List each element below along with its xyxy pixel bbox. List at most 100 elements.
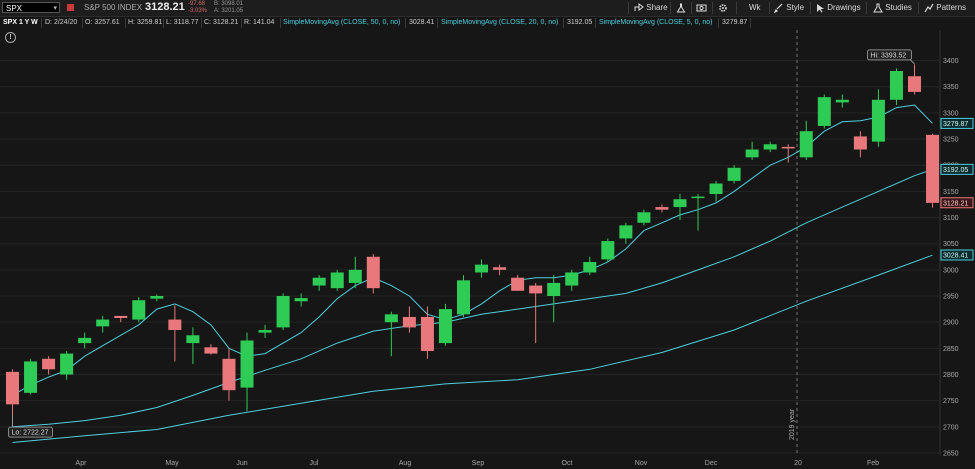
divider xyxy=(563,18,564,28)
candle-down xyxy=(493,267,507,270)
candle-up xyxy=(348,269,362,283)
divider xyxy=(163,18,164,28)
time-tick-label: Nov xyxy=(635,460,648,467)
drawings-button[interactable]: Drawings xyxy=(816,2,861,14)
price-tick-label: 2650 xyxy=(943,451,959,458)
camera-icon xyxy=(696,4,707,12)
candle-up xyxy=(312,277,326,286)
year-divider-label: 2019 year xyxy=(789,408,796,440)
candle-up xyxy=(601,241,615,260)
period-button[interactable]: Wk xyxy=(749,2,761,14)
divider xyxy=(769,2,770,14)
bar-high: H: 3259.81 xyxy=(128,19,163,26)
info-icon[interactable]: ! xyxy=(5,32,16,43)
time-tick-label: Jun xyxy=(236,460,247,467)
divider xyxy=(866,2,867,14)
style-button[interactable]: Style xyxy=(773,2,804,14)
time-tick-label: Feb xyxy=(867,460,879,467)
price-tick-label: 2900 xyxy=(943,320,959,327)
divider xyxy=(280,18,281,28)
brush-icon xyxy=(773,3,783,14)
sma5-label[interactable]: SimpleMovingAvg (CLOSE, 5, 0, no) xyxy=(599,17,712,29)
price-tick-label: 3150 xyxy=(943,189,959,196)
candle-down xyxy=(168,319,182,331)
hi-label: Hi: 3393.52 xyxy=(871,52,907,59)
divider xyxy=(437,18,438,28)
candle-down xyxy=(511,277,525,291)
price-tick-label: 3400 xyxy=(943,58,959,65)
candle-up xyxy=(583,262,597,273)
price-tick-label: 2850 xyxy=(943,346,959,353)
candle-down xyxy=(204,347,218,354)
time-tick-label: Dec xyxy=(705,460,718,467)
candle-up xyxy=(276,296,290,328)
price-tick-label: 2800 xyxy=(943,372,959,379)
sma50-price-tag: 3028.41 xyxy=(943,252,968,259)
bar-open: O: 3257.61 xyxy=(85,19,120,26)
candle-up xyxy=(24,361,38,393)
candle-up xyxy=(871,99,885,142)
settings-button[interactable] xyxy=(718,2,728,14)
sma5-price-tag: 3279.87 xyxy=(943,121,968,128)
flask-icon xyxy=(676,3,686,13)
divider xyxy=(595,18,596,28)
price-tick-label: 3350 xyxy=(943,84,959,91)
time-tick-label: May xyxy=(165,460,179,467)
price-tick-label: 2950 xyxy=(943,294,959,301)
divider xyxy=(810,2,811,14)
sma20-price-tag: 3192.05 xyxy=(943,167,968,174)
camera-button[interactable] xyxy=(696,2,707,14)
patterns-icon xyxy=(924,3,934,13)
time-tick-label: Sep xyxy=(472,460,485,467)
candle-down xyxy=(926,134,940,203)
candle-up xyxy=(889,71,903,100)
flask-button[interactable] xyxy=(676,2,686,14)
chevron-down-icon[interactable]: ▾ xyxy=(53,3,57,14)
net-change: -97.68 xyxy=(188,1,206,7)
candle-down xyxy=(655,207,669,210)
bid-value: B: 3098.01 xyxy=(214,1,244,7)
candle-down xyxy=(114,315,128,318)
time-axis[interactable]: Apr May Jun Jul Aug Sep Oct Nov Dec 20 Feb xyxy=(76,460,880,467)
candle-down xyxy=(908,76,921,92)
candle-down xyxy=(853,136,867,150)
sma20-value: 3192.05 xyxy=(567,19,593,26)
share-icon xyxy=(634,3,644,12)
divider xyxy=(628,2,629,14)
candle-down xyxy=(42,358,56,370)
candle-up xyxy=(78,337,92,344)
share-button[interactable]: Share xyxy=(634,2,668,14)
divider xyxy=(691,2,692,14)
time-tick-label: Aug xyxy=(399,460,412,467)
symbol-input[interactable]: SPX ▾ xyxy=(2,2,60,13)
studies-button[interactable]: Studies xyxy=(873,2,912,14)
chart-symbol[interactable]: SPX 1 Y W xyxy=(3,17,38,29)
price-chart[interactable]: 2019 year 2650 2700 2750 2800 2850 2900 2950 30… xyxy=(0,0,975,469)
bar-close: C: 3128.21 xyxy=(204,19,239,26)
divider xyxy=(670,2,671,14)
link-color-icon[interactable] xyxy=(67,4,74,11)
top-toolbar: SPX ▾ S&P 500 INDEX 3128.21 -97.68 -3.03% … xyxy=(0,0,975,17)
drawings-label: Drawings xyxy=(827,3,861,12)
candle-up xyxy=(457,280,470,315)
candle-up xyxy=(637,212,651,223)
price-tick-label: 3000 xyxy=(943,267,959,274)
candle-up xyxy=(835,99,849,103)
candle-up xyxy=(817,97,831,126)
patterns-button[interactable]: Patterns xyxy=(924,2,966,14)
bar-date: D: 2/24/20 xyxy=(45,19,78,26)
candle-down xyxy=(366,256,380,289)
share-label: Share xyxy=(646,3,668,12)
symbol-text: SPX xyxy=(6,4,23,13)
divider xyxy=(718,18,719,28)
candle-up xyxy=(673,199,687,208)
index-name: S&P 500 INDEX xyxy=(84,3,143,12)
sma50-label[interactable]: SimpleMovingAvg (CLOSE, 50, 0, no) xyxy=(283,17,400,29)
candle-up xyxy=(547,282,561,297)
price-change: -97.68 -3.03% xyxy=(188,1,207,15)
sma5-line xyxy=(12,104,933,396)
candle-up xyxy=(384,314,398,323)
sma20-label[interactable]: SimpleMovingAvg (CLOSE, 20, 0, no) xyxy=(441,17,558,29)
bar-low: L: 3118.77 xyxy=(166,19,199,26)
candle-up xyxy=(60,353,74,375)
